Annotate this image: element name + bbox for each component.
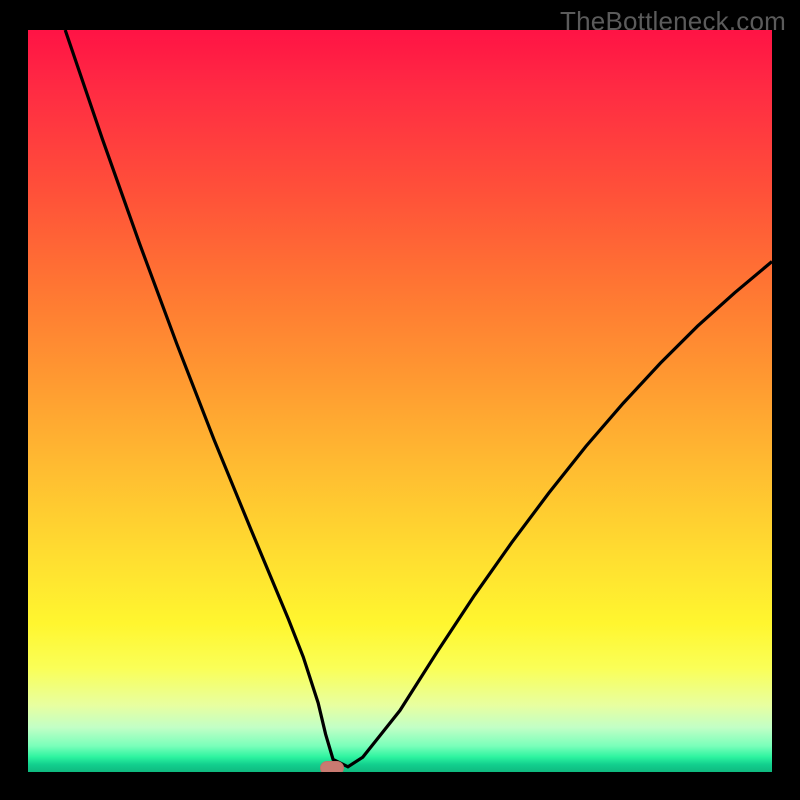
- bottleneck-curve: [65, 30, 772, 767]
- curve-layer: [28, 30, 772, 772]
- plot-area: [28, 30, 772, 772]
- curve-svg: [28, 30, 772, 772]
- optimal-point-marker: [320, 761, 344, 772]
- chart-container: TheBottleneck.com: [0, 0, 800, 800]
